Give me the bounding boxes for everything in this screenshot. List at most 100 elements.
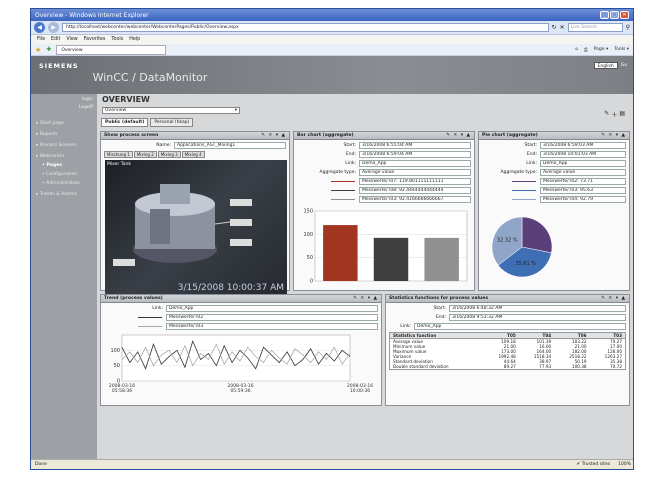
sidebar-item[interactable]: ▸ Process Screens — [34, 137, 94, 148]
browser-tab[interactable]: Overview — [56, 44, 167, 55]
legend-row: Messwerte/T02 — [104, 314, 378, 321]
aggregate-field[interactable]: Average value — [359, 169, 471, 176]
panel-controls-icon[interactable]: ✎ ✕ ▾ ▲ — [353, 296, 378, 301]
x-tick-label: 2008-03-16 10:00:36 — [347, 383, 373, 394]
maximize-button[interactable]: □ — [610, 11, 619, 19]
command-bar: ⌂ ⎙ Page ▾ Tools ▾ — [575, 47, 629, 53]
panel-controls-icon[interactable]: ✎ ✕ ▾ ▲ — [601, 133, 626, 138]
layout-icon[interactable]: ▤ — [619, 110, 625, 119]
end-field[interactable]: 3/16/2008 10:01:03 AM — [540, 151, 626, 158]
link-field[interactable]: Demo_App — [414, 323, 626, 330]
zone-label: Trusted sites — [581, 462, 611, 467]
table-cell: Double standard deviation — [393, 364, 449, 369]
go-button[interactable]: Go — [621, 63, 627, 68]
table-row: Double standard deviation 89.27 77.93 100.3… — [390, 364, 625, 369]
process-screen-view[interactable]: Mixer Tank 3/15/2008 10:00:37 AM — [105, 160, 287, 296]
url-input[interactable]: http://localhost/webcenter/webcenter/Web… — [62, 23, 549, 32]
panel-controls-icon[interactable]: ✎ ✕ ▾ ▲ — [601, 296, 626, 301]
screen-tab-1[interactable]: Mischung 1 — [104, 151, 133, 158]
start-field[interactable]: 3/16/2008 6:55:04 AM — [359, 142, 471, 149]
legend-line — [331, 189, 355, 192]
edit-icon[interactable]: ✎ — [604, 110, 609, 119]
start-field[interactable]: 3/16/2008 6:48:32 AM — [449, 305, 626, 312]
search-input[interactable]: Live Search — [567, 23, 623, 32]
address-bar: ◀ ▶ http://localhost/webcenter/webcenter… — [31, 21, 633, 35]
tab-public[interactable]: Public (default) — [101, 118, 149, 127]
panel-controls-icon[interactable]: ✎ ✕ ▾ ▲ — [261, 133, 286, 138]
end-label: End: — [435, 315, 446, 320]
legend-line — [138, 316, 162, 319]
menu-item[interactable]: Help — [129, 37, 140, 42]
screen-name-field[interactable]: Applications_AST_Mixing1 — [174, 142, 286, 149]
link-row: Link: Demo_App — [389, 323, 626, 330]
legend-row: Messwerte/T03: 95.63 — [482, 187, 626, 194]
pie-slice-label: 32.32 % — [497, 238, 518, 244]
menu-item[interactable]: Favorites — [84, 37, 106, 42]
sidebar-item[interactable]: • Administration — [34, 177, 94, 186]
tools-menu[interactable]: Tools ▾ — [614, 47, 629, 53]
aggregate-field[interactable]: Average value — [540, 169, 626, 176]
add-icon[interactable]: ＋ — [611, 110, 617, 119]
menu-item[interactable]: Tools — [111, 37, 123, 42]
sidebar-item[interactable]: • Pages — [34, 159, 94, 168]
panel-controls-icon[interactable]: ✎ ✕ ▾ ▲ — [446, 133, 471, 138]
menu-item[interactable]: File — [37, 37, 45, 42]
link-field[interactable]: Demo_App — [359, 160, 471, 167]
legend-swatch-wrap — [104, 325, 166, 328]
back-icon[interactable]: ◀ — [34, 22, 45, 33]
aggregate-label: Aggregate type: — [500, 170, 537, 175]
minimize-button[interactable]: _ — [600, 11, 609, 19]
sidebar-item[interactable]: ▸ Start page — [34, 115, 94, 126]
sidebar: login Logoff ▸ Start page ▸ Reports ▸ Proc… — [31, 94, 97, 461]
sidebar-item[interactable]: ▸ Webcenter — [34, 148, 94, 159]
legend-row: Messwerte/T07: 119.801111111111 — [297, 178, 471, 185]
close-button[interactable]: ✕ — [620, 11, 629, 19]
legend-swatch-wrap — [482, 180, 540, 183]
legend-swatch-wrap — [104, 316, 166, 319]
page-tabs: Public (default) Personal (hkap) — [98, 118, 633, 127]
end-field[interactable]: 3/16/2008 9:53:32 AM — [449, 314, 626, 321]
sidebar-item[interactable]: ▸ Trends & Alarms — [34, 186, 94, 197]
start-label: Start: — [343, 143, 356, 148]
status-bar: Done ✔ Trusted sites 100% — [31, 459, 633, 469]
screen-tab-4[interactable]: Mixing 4 — [181, 151, 205, 158]
y-tick-label: 50 — [307, 255, 313, 261]
search-icon[interactable]: ⚲ — [626, 24, 630, 31]
start-label: Start: — [524, 143, 537, 148]
overview-select[interactable]: Overview ▾ — [102, 107, 240, 114]
logoff-link[interactable]: Logoff — [31, 102, 97, 110]
panel-header: Show process screen ✎ ✕ ▾ ▲ — [101, 132, 289, 140]
link-field[interactable]: Demo_App — [166, 305, 378, 312]
sidebar-item[interactable]: ▸ Reports — [34, 126, 94, 137]
menu-item[interactable]: View — [66, 37, 77, 42]
screen-tab-2[interactable]: Mixing 2 — [133, 151, 157, 158]
stop-icon[interactable]: ✕ — [560, 24, 565, 31]
print-icon[interactable]: ⎙ — [584, 47, 588, 53]
sidebar-item[interactable]: • Configuration — [34, 168, 94, 177]
legend-row: Messwerte/T03: 92.4166666666667 — [297, 196, 471, 203]
tab-personal[interactable]: Personal (hkap) — [150, 118, 194, 127]
start-field[interactable]: 3/16/2008 6:59:03 AM — [540, 142, 626, 149]
forward-icon[interactable]: ▶ — [48, 22, 59, 33]
legend-entry: Messwerte/T04: 92.79 — [540, 196, 626, 203]
legend-entry: Messwerte/T03: 95.63 — [540, 187, 626, 194]
legend-line — [331, 198, 355, 201]
menu-item[interactable]: Edit — [51, 37, 60, 42]
link-field[interactable]: Demo_App — [540, 160, 626, 167]
refresh-icon[interactable]: ↻ — [552, 24, 557, 31]
end-row: End: 3/16/2008 10:01:03 AM — [482, 151, 626, 158]
bar — [424, 237, 459, 281]
end-row: End: 3/16/2008 6:59:04 AM — [297, 151, 471, 158]
home-icon[interactable]: ⌂ — [575, 47, 578, 53]
screen-tab-3[interactable]: Mixing 3 — [157, 151, 181, 158]
legend-swatch-wrap — [482, 198, 540, 201]
language-select[interactable]: English — [593, 62, 618, 69]
legend-entry: Messwerte/T08: 92.4444444444444 — [359, 187, 471, 194]
add-favorite-icon[interactable]: ✚ — [46, 46, 51, 53]
web-page: SIEMENS WinCC / DataMonitor English Go l… — [31, 56, 633, 461]
favorites-star-icon[interactable]: ★ — [35, 46, 41, 54]
zoom-level[interactable]: 100% — [618, 462, 631, 467]
end-field[interactable]: 3/16/2008 6:59:04 AM — [359, 151, 471, 158]
table-cell: 70.72 — [610, 364, 622, 369]
page-menu[interactable]: Page ▾ — [594, 47, 609, 53]
